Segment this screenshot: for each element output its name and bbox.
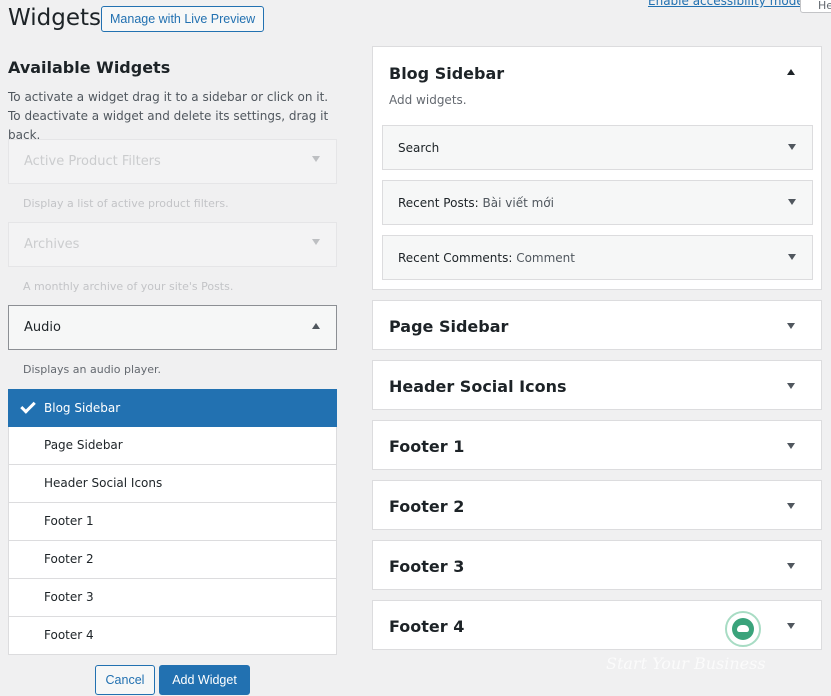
- chooser-item-footer-3[interactable]: Footer 3: [8, 579, 337, 617]
- sidebar-footer-3[interactable]: Footer 3: [372, 540, 822, 590]
- available-widgets-description: To activate a widget drag it to a sideba…: [8, 90, 329, 142]
- widget-description: Display a list of active product filters…: [23, 197, 229, 210]
- watermark-text: Start Your Business: [606, 654, 766, 673]
- live-preview-button[interactable]: Manage with Live Preview: [101, 6, 265, 32]
- widget-title: Recent Posts: Bài viết mới: [398, 196, 554, 210]
- page-title: Widgets: [8, 5, 101, 31]
- help-tab[interactable]: He: [800, 0, 831, 13]
- chooser-item-label: Footer 4: [44, 628, 94, 642]
- widget-title: Recent Comments: Comment: [398, 251, 575, 265]
- sidebar-widget-recent-posts[interactable]: Recent Posts: Bài viết mới: [382, 180, 813, 225]
- chooser-item-footer-4[interactable]: Footer 4: [8, 617, 337, 655]
- chevron-down-icon[interactable]: [312, 156, 320, 162]
- sidebar-chooser: Blog Sidebar Page Sidebar Header Social …: [8, 389, 337, 655]
- sidebar-title: Page Sidebar: [389, 317, 509, 336]
- chooser-item-page-sidebar[interactable]: Page Sidebar: [8, 427, 337, 465]
- chevron-down-icon[interactable]: [787, 443, 795, 449]
- sidebar-description: Add widgets.: [389, 93, 467, 107]
- widget-description: A monthly archive of your site's Posts.: [23, 280, 234, 293]
- chevron-down-icon[interactable]: [787, 323, 795, 329]
- chevron-up-icon[interactable]: [787, 69, 795, 75]
- sidebar-title: Footer 2: [389, 497, 465, 516]
- sidebar-widget-search[interactable]: Search: [382, 125, 813, 170]
- widget-custom-title: Comment: [516, 251, 575, 265]
- sidebar-footer-1[interactable]: Footer 1: [372, 420, 822, 470]
- widget-type: Recent Comments:: [398, 251, 513, 265]
- sidebar-title: Footer 3: [389, 557, 465, 576]
- chooser-item-blog-sidebar[interactable]: Blog Sidebar: [8, 389, 337, 427]
- accessibility-mode-link[interactable]: Enable accessibility mode: [648, 0, 804, 8]
- sidebar-title: Footer 4: [389, 617, 465, 636]
- chooser-item-label: Footer 3: [44, 590, 94, 604]
- chevron-down-icon[interactable]: [312, 239, 320, 245]
- widget-type: Recent Posts:: [398, 196, 479, 210]
- chevron-down-icon[interactable]: [788, 254, 796, 260]
- sidebar-title: Footer 1: [389, 437, 465, 456]
- widget-active-product-filters[interactable]: Active Product Filters: [8, 139, 337, 184]
- chevron-down-icon[interactable]: [787, 563, 795, 569]
- chooser-item-header-social-icons[interactable]: Header Social Icons: [8, 465, 337, 503]
- sidebar-title: Header Social Icons: [389, 377, 567, 396]
- widget-custom-title: Bài viết mới: [482, 196, 554, 210]
- widget-title: Audio: [24, 320, 61, 335]
- widget-archives[interactable]: Archives: [8, 222, 337, 267]
- checkmark-icon: [20, 398, 36, 414]
- widget-description: Displays an audio player.: [23, 363, 162, 376]
- widget-title: Archives: [24, 237, 80, 252]
- chooser-item-label: Page Sidebar: [44, 438, 123, 452]
- chevron-down-icon[interactable]: [787, 623, 795, 629]
- add-widget-button[interactable]: Add Widget: [159, 665, 250, 695]
- sidebar-page[interactable]: Page Sidebar: [372, 300, 822, 350]
- chooser-item-label: Footer 2: [44, 552, 94, 566]
- brand-logo-icon: [725, 611, 761, 647]
- sidebar-blog: Blog Sidebar Add widgets. Search Recent …: [372, 46, 822, 290]
- widget-title: Active Product Filters: [24, 154, 161, 169]
- sidebar-widget-recent-comments[interactable]: Recent Comments: Comment: [382, 235, 813, 280]
- chooser-item-label: Header Social Icons: [44, 476, 163, 490]
- chevron-down-icon[interactable]: [788, 144, 796, 150]
- chooser-item-footer-2[interactable]: Footer 2: [8, 541, 337, 579]
- available-widgets-title: Available Widgets: [8, 58, 171, 77]
- chevron-down-icon[interactable]: [787, 503, 795, 509]
- widget-title: Search: [398, 141, 440, 155]
- widget-audio[interactable]: Audio: [8, 305, 337, 350]
- chooser-item-label: Blog Sidebar: [44, 401, 121, 415]
- sidebar-header-social-icons[interactable]: Header Social Icons: [372, 360, 822, 410]
- chevron-down-icon[interactable]: [787, 383, 795, 389]
- chooser-item-label: Footer 1: [44, 514, 94, 528]
- sidebar-footer-2[interactable]: Footer 2: [372, 480, 822, 530]
- chevron-down-icon[interactable]: [788, 199, 796, 205]
- cancel-button[interactable]: Cancel: [95, 665, 155, 695]
- chooser-item-footer-1[interactable]: Footer 1: [8, 503, 337, 541]
- sidebar-title[interactable]: Blog Sidebar: [389, 64, 504, 83]
- chevron-up-icon[interactable]: [312, 323, 320, 329]
